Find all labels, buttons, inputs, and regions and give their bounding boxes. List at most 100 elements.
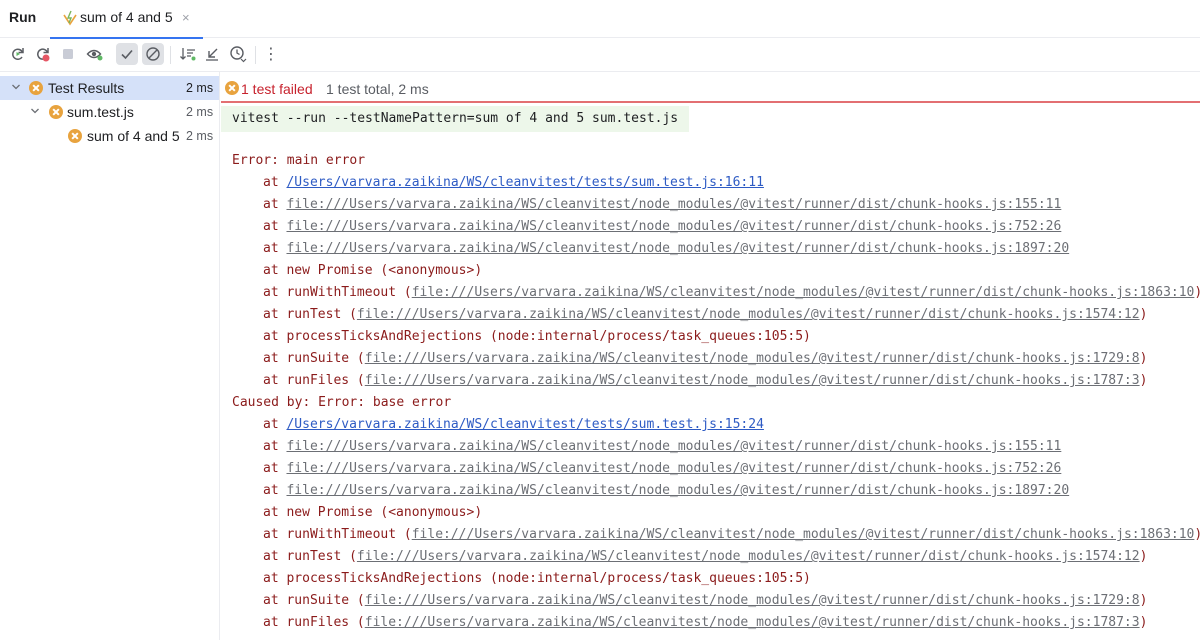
stack-frame-prefix: at runSuite ( — [263, 593, 365, 608]
stack-frame-line: at runTest (file:///Users/varvara.zaikin… — [232, 549, 1147, 564]
stack-frame-suffix: new Promise (<anonymous>) — [286, 505, 483, 520]
history-icon[interactable] — [227, 43, 249, 65]
tree-label-test-results: Test Results — [48, 80, 125, 96]
stack-frame-line: at runFiles (file:///Users/varvara.zaiki… — [232, 373, 1147, 388]
stack-frame-link[interactable]: file:///Users/varvara.zaikina/WS/cleanvi… — [365, 351, 1140, 366]
stack-frame-prefix: at — [263, 329, 287, 344]
stack-frame-line: at file:///Users/varvara.zaikina/WS/clea… — [232, 197, 1061, 212]
stack-frame-line: at new Promise (<anonymous>) — [232, 505, 482, 520]
stack-frame-suffix: ) — [1194, 285, 1200, 300]
stack-frame-line: at file:///Users/varvara.zaikina/WS/clea… — [232, 439, 1061, 454]
test-tree: Test Results 2 ms sum.test.js 2 ms sum o… — [0, 72, 220, 640]
sort-icon[interactable] — [177, 43, 199, 65]
tab-run-configuration[interactable]: sum of 4 and 5 × — [50, 0, 203, 39]
stack-frame-suffix: ) — [1139, 373, 1148, 388]
stack-frame-link[interactable]: file:///Users/varvara.zaikina/WS/cleanvi… — [412, 527, 1195, 542]
tree-time-sum-of-4-and-5: 2 ms — [186, 129, 214, 143]
close-icon[interactable]: × — [182, 10, 190, 25]
stack-frame-line: at file:///Users/varvara.zaikina/WS/clea… — [232, 219, 1061, 234]
stack-frame-suffix: ) — [1139, 593, 1148, 608]
chevron-down-icon[interactable] — [29, 105, 41, 117]
stack-frame-link[interactable]: file:///Users/varvara.zaikina/WS/cleanvi… — [357, 549, 1140, 564]
toolbar-separator — [170, 46, 171, 64]
stack-frame-prefix: at — [263, 263, 287, 278]
stack-frame-line: at runSuite (file:///Users/varvara.zaiki… — [232, 593, 1147, 608]
stop-icon[interactable] — [57, 43, 79, 65]
stack-frame-link[interactable]: /Users/varvara.zaikina/WS/cleanvitest/te… — [286, 175, 763, 190]
stack-frame-prefix: at — [263, 417, 287, 432]
stack-frame-link[interactable]: file:///Users/varvara.zaikina/WS/cleanvi… — [365, 373, 1140, 388]
stack-frame-line: at file:///Users/varvara.zaikina/WS/clea… — [232, 483, 1069, 498]
stack-frame-prefix: at runSuite ( — [263, 351, 365, 366]
stack-frame-line: at runSuite (file:///Users/varvara.zaiki… — [232, 351, 1147, 366]
more-icon[interactable]: ⋮ — [260, 43, 282, 65]
console-output[interactable]: vitest --run --testNamePattern=sum of 4 … — [221, 105, 1200, 640]
tree-time-sum-test-js: 2 ms — [186, 105, 214, 119]
stack-frame-link[interactable]: file:///Users/varvara.zaikina/WS/cleanvi… — [365, 615, 1140, 630]
console-error-text: Error: main error — [232, 153, 366, 168]
test-failed-icon — [225, 81, 239, 95]
test-failed-icon — [68, 129, 82, 143]
stack-frame-suffix: ) — [1139, 307, 1148, 322]
tree-label-sum-of-4-and-5: sum of 4 and 5 — [87, 128, 180, 144]
toolbar-separator — [255, 46, 256, 64]
stack-frame-suffix: ) — [1139, 351, 1148, 366]
stack-frame-suffix: processTicksAndRejections (node:internal… — [286, 329, 811, 344]
stack-frame-line: at processTicksAndRejections (node:inter… — [232, 329, 811, 344]
stack-frame-link[interactable]: file:///Users/varvara.zaikina/WS/cleanvi… — [365, 593, 1140, 608]
show-passed-icon[interactable] — [116, 43, 138, 65]
stack-frame-suffix: new Promise (<anonymous>) — [286, 263, 483, 278]
chevron-down-icon[interactable] — [10, 81, 22, 93]
tree-label-sum-test-js: sum.test.js — [67, 104, 134, 120]
stack-frame-line: at file:///Users/varvara.zaikina/WS/clea… — [232, 461, 1061, 476]
stack-frame-prefix: at runTest ( — [263, 549, 357, 564]
stack-frame-line: at /Users/varvara.zaikina/WS/cleanvitest… — [232, 417, 764, 432]
stack-frame-suffix: ) — [1139, 549, 1148, 564]
console-error-line: Error: main error — [232, 153, 365, 168]
console-error-text: Caused by: Error: base error — [232, 395, 452, 410]
stack-frame-prefix: at runFiles ( — [263, 615, 365, 630]
console-command-line: vitest --run --testNamePattern=sum of 4 … — [221, 106, 690, 132]
run-tool-window-title: Run — [9, 9, 37, 25]
stack-frame-link[interactable]: file:///Users/varvara.zaikina/WS/cleanvi… — [286, 461, 1061, 476]
stack-frame-line: at runWithTimeout (file:///Users/varvara… — [232, 285, 1200, 300]
stack-frame-link[interactable]: /Users/varvara.zaikina/WS/cleanvitest/te… — [286, 417, 763, 432]
stack-frame-link[interactable]: file:///Users/varvara.zaikina/WS/cleanvi… — [286, 439, 1061, 454]
stack-frame-link[interactable]: file:///Users/varvara.zaikina/WS/cleanvi… — [357, 307, 1140, 322]
stack-frame-link[interactable]: file:///Users/varvara.zaikina/WS/cleanvi… — [286, 219, 1061, 234]
tree-row-test-results[interactable]: Test Results 2 ms — [0, 76, 219, 100]
stack-frame-line: at runFiles (file:///Users/varvara.zaiki… — [232, 615, 1147, 630]
stack-frame-prefix: at — [263, 197, 287, 212]
stack-frame-prefix: at runTest ( — [263, 307, 357, 322]
stack-frame-prefix: at — [263, 483, 287, 498]
test-failed-icon — [29, 81, 43, 95]
stack-frame-suffix: ) — [1139, 615, 1148, 630]
stack-frame-suffix: ) — [1194, 527, 1200, 542]
eye-icon[interactable] — [84, 43, 106, 65]
rerun-failed-icon[interactable] — [32, 43, 54, 65]
test-failed-icon — [49, 105, 63, 119]
collapse-icon[interactable] — [201, 43, 223, 65]
status-failed-text: 1 test failed — [241, 81, 313, 97]
test-status-bar: 1 test failed 1 test total, 2 ms — [221, 72, 1200, 103]
tool-window-header: Run sum of 4 and 5 × — [0, 0, 1200, 39]
stack-frame-line: at file:///Users/varvara.zaikina/WS/clea… — [232, 241, 1069, 256]
stack-frame-prefix: at runFiles ( — [263, 373, 365, 388]
stack-frame-link[interactable]: file:///Users/varvara.zaikina/WS/cleanvi… — [286, 483, 1069, 498]
rerun-icon[interactable] — [7, 43, 29, 65]
console-error-line: Caused by: Error: base error — [232, 395, 451, 410]
stack-frame-prefix: at — [263, 571, 287, 586]
stack-frame-link[interactable]: file:///Users/varvara.zaikina/WS/cleanvi… — [286, 241, 1069, 256]
stack-frame-prefix: at — [263, 175, 287, 190]
stack-frame-prefix: at runWithTimeout ( — [263, 285, 412, 300]
show-ignored-icon[interactable] — [142, 43, 164, 65]
stack-frame-link[interactable]: file:///Users/varvara.zaikina/WS/cleanvi… — [286, 197, 1061, 212]
stack-frame-prefix: at — [263, 505, 287, 520]
tree-row-sum-test-js[interactable]: sum.test.js 2 ms — [0, 100, 219, 124]
stack-frame-prefix: at — [263, 439, 287, 454]
stack-frame-suffix: processTicksAndRejections (node:internal… — [286, 571, 811, 586]
tree-row-sum-of-4-and-5[interactable]: sum of 4 and 5 2 ms — [0, 124, 219, 148]
stack-frame-prefix: at — [263, 241, 287, 256]
stack-frame-link[interactable]: file:///Users/varvara.zaikina/WS/cleanvi… — [412, 285, 1195, 300]
tab-title: sum of 4 and 5 — [80, 9, 173, 25]
